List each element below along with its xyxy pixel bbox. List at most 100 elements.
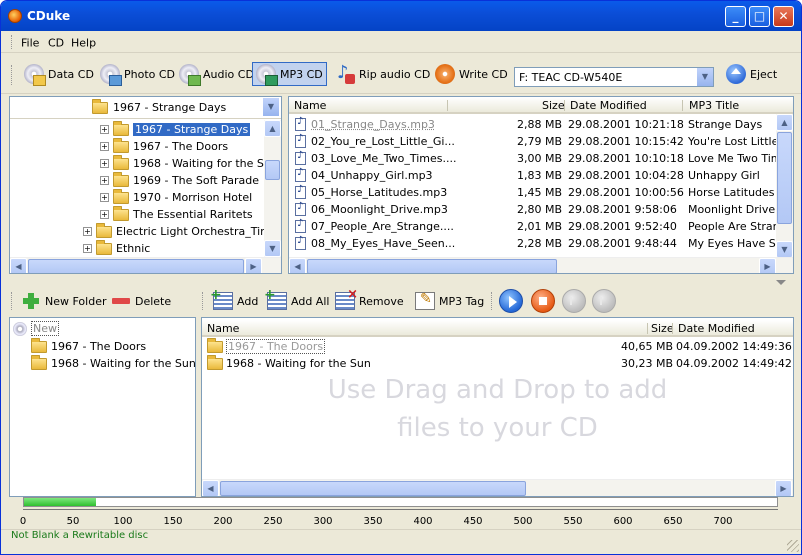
scroll-left-icon[interactable]: ◀	[10, 258, 27, 273]
table-row[interactable]: 07_People_Are_Strange.... 2,01 MB 29.08.20…	[289, 218, 787, 235]
collapse-icon[interactable]	[776, 280, 786, 285]
scroll-up-icon[interactable]: ▲	[776, 114, 793, 131]
photo-cd-button[interactable]: Photo CD	[97, 62, 178, 86]
add-all-button[interactable]: Add All	[264, 287, 329, 313]
file-list-vertical-scrollbar[interactable]: ▲ ▼	[776, 114, 793, 258]
data-cd-button[interactable]: Data CD	[21, 62, 97, 86]
scroll-thumb[interactable]	[265, 160, 280, 180]
close-button[interactable]: ✕	[773, 6, 794, 27]
scroll-up-icon[interactable]: ▲	[264, 120, 281, 137]
ruler-tick-label: 0	[19, 516, 27, 527]
path-combo[interactable]: 1967 - Strange Days ▼	[10, 97, 281, 119]
column-mp3-title[interactable]: MP3 Title	[689, 99, 739, 112]
audio-cd-label: Audio CD	[203, 67, 254, 81]
scroll-right-icon[interactable]: ▶	[759, 258, 776, 273]
add-button[interactable]: Add	[210, 287, 258, 313]
write-cd-button[interactable]: Write CD	[432, 62, 511, 86]
tree-vertical-scrollbar[interactable]: ▲ ▼	[264, 120, 281, 257]
table-row[interactable]: 05_Horse_Latitudes.mp3 1,45 MB 29.08.2001 …	[289, 184, 775, 201]
file-list-horizontal-scrollbar[interactable]: ◀ ▶	[289, 257, 793, 273]
drive-select[interactable]: F: TEAC CD-W540E ▼	[514, 67, 714, 87]
expand-icon[interactable]: +	[100, 125, 109, 134]
table-row[interactable]: 02_You_re_Lost_Little_Gi... 2,79 MB 29.08.…	[289, 133, 790, 150]
project-list-horizontal-scrollbar[interactable]: ◀ ▶	[202, 479, 793, 496]
table-row[interactable]: 1968 - Waiting for the Sun 30,23 MB 04.0…	[202, 355, 793, 372]
menu-help[interactable]: Help	[71, 37, 96, 50]
resize-grip[interactable]	[787, 540, 799, 552]
mp3-cd-icon	[256, 64, 278, 86]
menu-file[interactable]: File	[21, 37, 39, 50]
tree-item[interactable]: + 1968 - Waiting for the Sun	[100, 154, 278, 172]
eject-button[interactable]: Eject	[723, 62, 780, 86]
project-tree-item[interactable]: 1968 - Waiting for the Sun	[31, 354, 195, 372]
rip-audio-cd-button[interactable]: Rip audio CD	[332, 62, 433, 86]
expand-icon[interactable]: +	[83, 227, 92, 236]
next-track-button[interactable]	[592, 289, 616, 313]
project-tree-item[interactable]: 1967 - The Doors	[31, 337, 146, 355]
tree-item[interactable]: + Electric Light Orchestra_Time	[83, 222, 278, 240]
row-date: 29.08.2001 9:58:06	[568, 203, 677, 216]
expand-icon[interactable]: +	[100, 176, 109, 185]
scroll-right-icon[interactable]: ▶	[775, 480, 792, 496]
previous-track-button[interactable]	[562, 289, 586, 313]
row-title: Moonlight Drive	[688, 203, 776, 216]
mp3-tag-button[interactable]: MP3 Tag	[415, 289, 484, 313]
minimize-button[interactable]: _	[725, 6, 746, 27]
table-row[interactable]: 01_Strange_Days.mp3 2,88 MB 29.08.2001 10:…	[289, 116, 775, 133]
scroll-down-icon[interactable]: ▼	[776, 241, 793, 258]
scroll-down-icon[interactable]: ▼	[264, 240, 281, 257]
scroll-thumb[interactable]	[220, 481, 526, 496]
column-name[interactable]: Name	[294, 99, 326, 112]
column-size[interactable]: Size	[542, 99, 565, 112]
expand-icon[interactable]: +	[100, 142, 109, 151]
table-row[interactable]: 06_Moonlight_Drive.mp3 2,80 MB 29.08.2001 …	[289, 201, 775, 218]
folder-icon	[207, 338, 223, 353]
tree-item[interactable]: + 1967 - Strange Days	[100, 120, 251, 138]
maximize-button[interactable]: □	[749, 6, 770, 27]
scroll-left-icon[interactable]: ◀	[289, 258, 306, 273]
column-date[interactable]: Date Modified	[678, 322, 755, 335]
column-size[interactable]: Size	[651, 322, 674, 335]
expand-icon[interactable]: +	[100, 210, 109, 219]
menu-cd[interactable]: CD	[48, 37, 64, 50]
scroll-thumb[interactable]	[28, 259, 244, 273]
tag-edit-icon	[415, 291, 435, 310]
table-row[interactable]: 1967 - The Doors 40,65 MB 04.09.2002 14:…	[202, 338, 793, 355]
tree-item[interactable]: + Ethnic	[83, 239, 150, 257]
tree-item[interactable]: + 1970 - Morrison Hotel	[100, 188, 252, 206]
tree-item[interactable]: + 1967 - The Doors	[100, 137, 228, 155]
chevron-down-icon[interactable]: ▼	[696, 68, 713, 86]
ruler-tick-label: 50	[66, 516, 80, 527]
scroll-thumb[interactable]	[777, 132, 792, 224]
expand-icon[interactable]: +	[83, 244, 92, 253]
remove-button[interactable]: Remove	[335, 287, 404, 313]
tree-item[interactable]: + The Essential Raritets	[100, 205, 253, 223]
new-folder-button[interactable]: New Folder	[21, 289, 106, 313]
scroll-left-icon[interactable]: ◀	[202, 480, 219, 496]
row-title: Love Me Two Time	[688, 152, 789, 165]
expand-icon[interactable]: +	[100, 159, 109, 168]
column-date[interactable]: Date Modified	[570, 99, 647, 112]
mp3-file-icon	[295, 150, 306, 165]
stop-button[interactable]	[531, 289, 555, 313]
tree-item[interactable]: + 1969 - The Soft Parade	[100, 171, 259, 189]
audio-cd-button[interactable]: Audio CD	[176, 62, 257, 86]
tree-horizontal-scrollbar[interactable]: ◀ ▶	[10, 257, 281, 273]
project-root[interactable]: New	[13, 320, 59, 337]
table-row[interactable]: 08_My_Eyes_Have_Seen... 2,28 MB 29.08.2001…	[289, 235, 789, 252]
scroll-right-icon[interactable]: ▶	[245, 258, 262, 273]
table-row[interactable]: 04_Unhappy_Girl.mp3 1,83 MB 29.08.2001 10:…	[289, 167, 775, 184]
expand-icon[interactable]: +	[100, 193, 109, 202]
column-name[interactable]: Name	[207, 322, 239, 335]
horizontal-splitter[interactable]	[1, 278, 801, 286]
title-bar[interactable]: CDuke _ □ ✕	[1, 1, 801, 31]
drag-drop-hint-line1: Use Drag and Drop to add	[327, 375, 668, 405]
delete-button[interactable]: Delete	[111, 289, 171, 313]
scroll-thumb[interactable]	[307, 259, 557, 273]
capacity-ruler-line	[23, 509, 778, 515]
play-button[interactable]	[499, 289, 523, 313]
table-row[interactable]: 03_Love_Me_Two_Times.... 3,00 MB 29.08.200…	[289, 150, 788, 167]
write-cd-label: Write CD	[459, 67, 508, 81]
mp3-cd-button[interactable]: MP3 CD	[252, 62, 327, 86]
chevron-down-icon[interactable]: ▼	[262, 98, 279, 116]
